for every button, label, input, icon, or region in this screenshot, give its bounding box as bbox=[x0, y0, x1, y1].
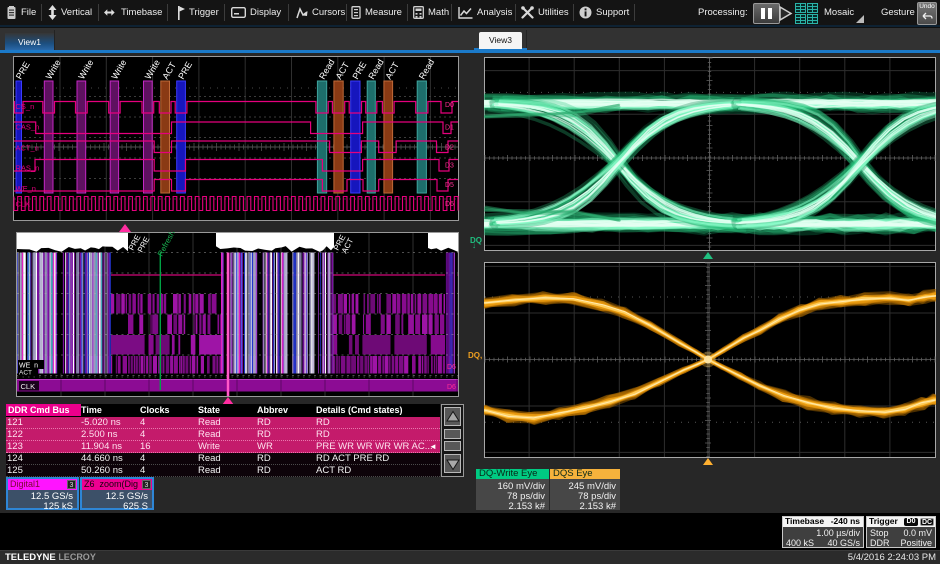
svg-text:D6: D6 bbox=[445, 201, 454, 208]
svg-text:CAS_n: CAS_n bbox=[16, 123, 40, 132]
svg-text:WE_n: WE_n bbox=[16, 184, 36, 193]
svg-text:D1: D1 bbox=[445, 125, 454, 132]
svg-text:D6: D6 bbox=[447, 364, 456, 371]
svg-text:ACT: ACT bbox=[19, 370, 32, 377]
svg-text:CLK: CLK bbox=[21, 382, 36, 391]
svg-text:ACT_n: ACT_n bbox=[16, 144, 39, 153]
svg-text:D2: D2 bbox=[445, 145, 454, 152]
svg-text:D3: D3 bbox=[445, 163, 454, 170]
svg-text:CS_n: CS_n bbox=[16, 102, 35, 111]
svg-text:D6: D6 bbox=[447, 384, 456, 391]
svg-text:D5: D5 bbox=[445, 182, 454, 189]
svg-text:RAS_n: RAS_n bbox=[16, 164, 40, 173]
svg-text:D0: D0 bbox=[445, 102, 454, 109]
svg-text:CLK: CLK bbox=[16, 200, 31, 209]
